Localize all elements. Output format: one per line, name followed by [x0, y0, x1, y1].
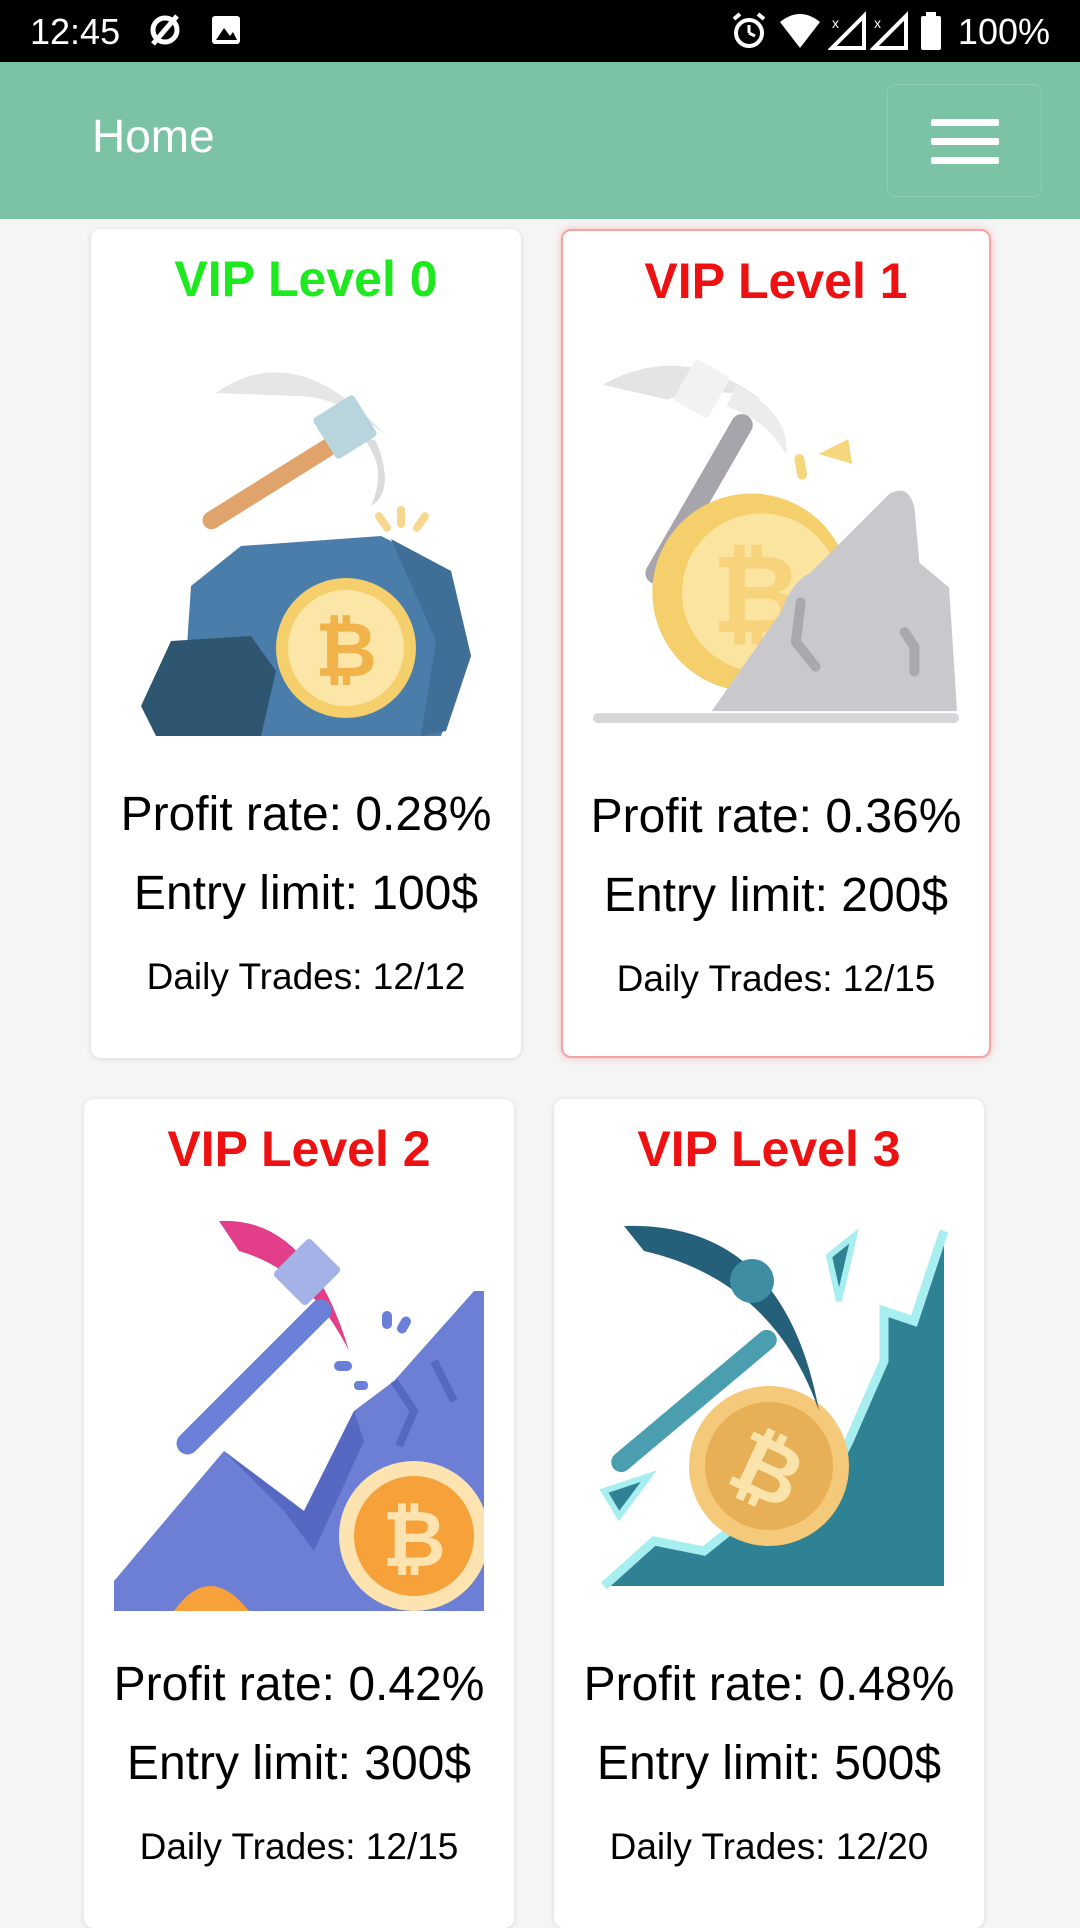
- entry-limit: Entry limit: 500$: [596, 1737, 942, 1790]
- status-time: 12:45: [30, 11, 121, 52]
- pickaxe-cliff-bitcoin-icon: ₿: [584, 1211, 954, 1611]
- vip-card-level-0[interactable]: VIP Level 0 ₿ Profit rate: 0.28% Entry l…: [91, 229, 521, 1058]
- svg-text:x: x: [874, 15, 881, 31]
- pickaxe-rock-bitcoin-icon: ₿: [593, 343, 959, 743]
- entry-limit: Entry limit: 100$: [133, 867, 479, 920]
- status-bar: 12:45 x x 100%: [0, 0, 1080, 62]
- no-sim-icon: [145, 10, 185, 55]
- vip-card-level-2[interactable]: VIP Level 2 ₿ Profit rate: 0.42% Entry l…: [84, 1099, 514, 1928]
- profit-rate: Profit rate: 0.48%: [583, 1658, 955, 1711]
- alarm-icon: [728, 10, 770, 57]
- wifi-icon: [778, 10, 822, 57]
- svg-text:₿: ₿: [315, 608, 377, 693]
- daily-trades: Daily Trades: 12/15: [616, 958, 936, 999]
- vip-level-title: VIP Level 0: [174, 251, 438, 307]
- menu-button[interactable]: [887, 84, 1042, 197]
- image-icon: [206, 10, 246, 55]
- battery-icon: [918, 10, 944, 57]
- entry-limit: Entry limit: 200$: [603, 869, 949, 922]
- profit-rate: Profit rate: 0.42%: [113, 1658, 485, 1711]
- daily-trades: Daily Trades: 12/20: [609, 1826, 929, 1867]
- vip-card-level-1[interactable]: VIP Level 1 ₿ Profit rate: 0.36% Entry l…: [561, 229, 991, 1058]
- battery-percentage: 100%: [957, 11, 1050, 52]
- profit-rate: Profit rate: 0.28%: [120, 788, 492, 841]
- profit-rate: Profit rate: 0.36%: [590, 790, 962, 843]
- vip-level-title: VIP Level 3: [637, 1121, 901, 1177]
- svg-text:x: x: [832, 15, 839, 31]
- vip-level-title: VIP Level 1: [644, 253, 908, 309]
- vip-card-level-3[interactable]: VIP Level 3 ₿ Profit rate: 0.48% Entry l…: [554, 1099, 984, 1928]
- signal-icon: x: [869, 10, 910, 57]
- app-bar: Home: [0, 62, 1080, 219]
- daily-trades: Daily Trades: 12/15: [139, 1826, 459, 1867]
- svg-text:₿: ₿: [382, 1495, 446, 1583]
- vip-level-title: VIP Level 2: [167, 1121, 431, 1177]
- daily-trades: Daily Trades: 12/12: [146, 956, 466, 997]
- pickaxe-rock-bitcoin-icon: ₿: [121, 341, 491, 741]
- pickaxe-mountain-bitcoin-icon: ₿: [114, 1211, 484, 1611]
- entry-limit: Entry limit: 300$: [126, 1737, 472, 1790]
- page-title: Home: [92, 110, 215, 162]
- signal-icon: x: [827, 10, 868, 57]
